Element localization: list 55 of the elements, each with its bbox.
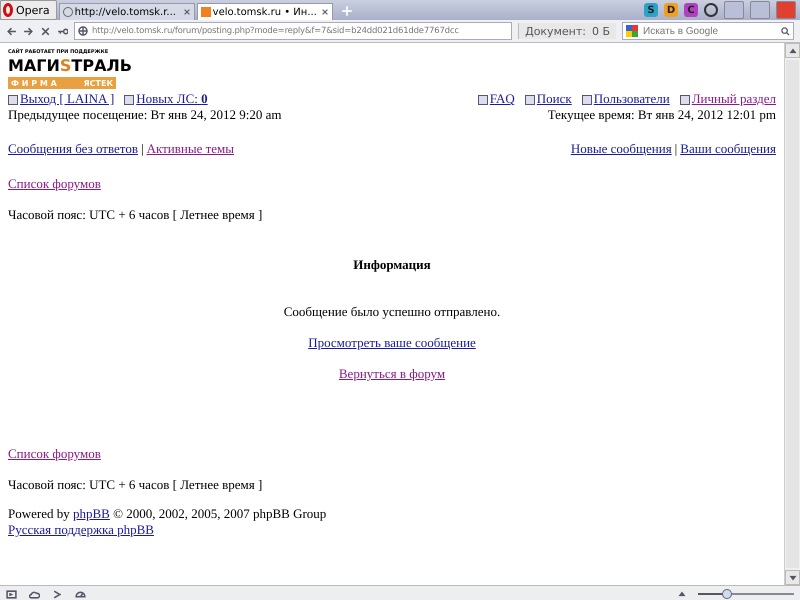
nav-link[interactable]: Выход [ LAINA ] (20, 91, 114, 106)
separator: | (674, 141, 678, 156)
site-icon (200, 7, 211, 17)
timezone-text: Часовой пояс: UTC + 6 часов [ Летнее время ] (8, 477, 262, 492)
cloud-icon[interactable] (29, 588, 40, 600)
browser-tab[interactable]: http://velo.tomsk.r... (58, 3, 195, 20)
stop-icon[interactable] (40, 26, 51, 36)
search-engine-icon[interactable] (626, 25, 638, 37)
address-field[interactable]: http://velo.tomsk.ru/forum/posting.php?mode=reply&f=7&sid=b24dd021d61dde7767dcc (74, 22, 512, 40)
current-time-text: Текущее время: Вт янв 24, 2012 12:01 pm (548, 107, 776, 123)
separator: | (140, 141, 144, 156)
quick-link[interactable]: Сообщения без ответов (8, 141, 138, 156)
speedometer-icon[interactable] (75, 588, 86, 600)
info-link[interactable]: Вернуться в форум (338, 366, 446, 381)
forum-index-link[interactable]: Список форумов (8, 446, 101, 461)
logo-banner: Ф И Р М А ЯСТЕК (8, 77, 116, 89)
key-icon[interactable] (57, 26, 68, 36)
back-icon[interactable] (6, 26, 17, 36)
forum-index-link[interactable]: Список форумов (8, 176, 101, 191)
close-icon[interactable] (182, 8, 191, 16)
view-menu-icon[interactable] (678, 590, 686, 598)
support-link[interactable]: Русская поддержка phpBB (8, 522, 154, 537)
quick-link[interactable]: Активные темы (146, 141, 234, 156)
forward-icon[interactable] (23, 26, 34, 36)
browser-tab[interactable]: velo.tomsk.ru • Ин... (196, 3, 333, 20)
info-message: Сообщение было успешно отправлено. (284, 304, 500, 319)
nav-link[interactable]: Поиск (536, 91, 572, 106)
loading-icon (62, 7, 73, 17)
scroll-up-icon[interactable] (788, 46, 796, 54)
slider-thumb[interactable] (722, 589, 732, 599)
quick-link[interactable]: Новые сообщения (570, 141, 672, 156)
nav-link[interactable]: FAQ (490, 91, 515, 106)
copyright-text: © 2000, 2002, 2005, 2007 phpBB Group (113, 506, 326, 521)
last-visit-text: Предыдущее посещение: Вт янв 24, 2012 9:20 am (8, 107, 282, 123)
search-field[interactable]: Искать в Google (622, 22, 794, 40)
powered-by-text: Powered by (8, 506, 70, 521)
extension-button[interactable]: S (644, 3, 658, 17)
close-icon[interactable] (320, 8, 329, 16)
panel-icon[interactable] (6, 588, 17, 600)
logo-name: МАГИSТРАЛЬ (8, 56, 132, 76)
nav-link[interactable]: Личный раздел (692, 91, 776, 106)
opera-logo-icon (3, 3, 13, 17)
nav-link[interactable]: Новых ЛС: 0 (136, 91, 208, 106)
quick-link[interactable]: Ваши сообщения (680, 141, 776, 156)
scrollbar[interactable] (784, 43, 800, 585)
info-title: Информация (353, 257, 431, 272)
globe-icon[interactable] (78, 26, 88, 36)
nav-link[interactable]: Пользователи (594, 91, 670, 106)
opera-menu-button[interactable]: Opera (0, 0, 57, 20)
document-size-label: Документ: 0 Б (518, 23, 616, 39)
scroll-down-icon[interactable] (788, 574, 796, 582)
phpbb-link[interactable]: phpBB (73, 506, 110, 521)
extension-button[interactable]: D (664, 3, 678, 17)
timezone-text: Часовой пояс: UTC + 6 часов [ Летнее время ] (8, 207, 262, 222)
info-link[interactable]: Просмотреть ваше сообщение (308, 335, 476, 350)
